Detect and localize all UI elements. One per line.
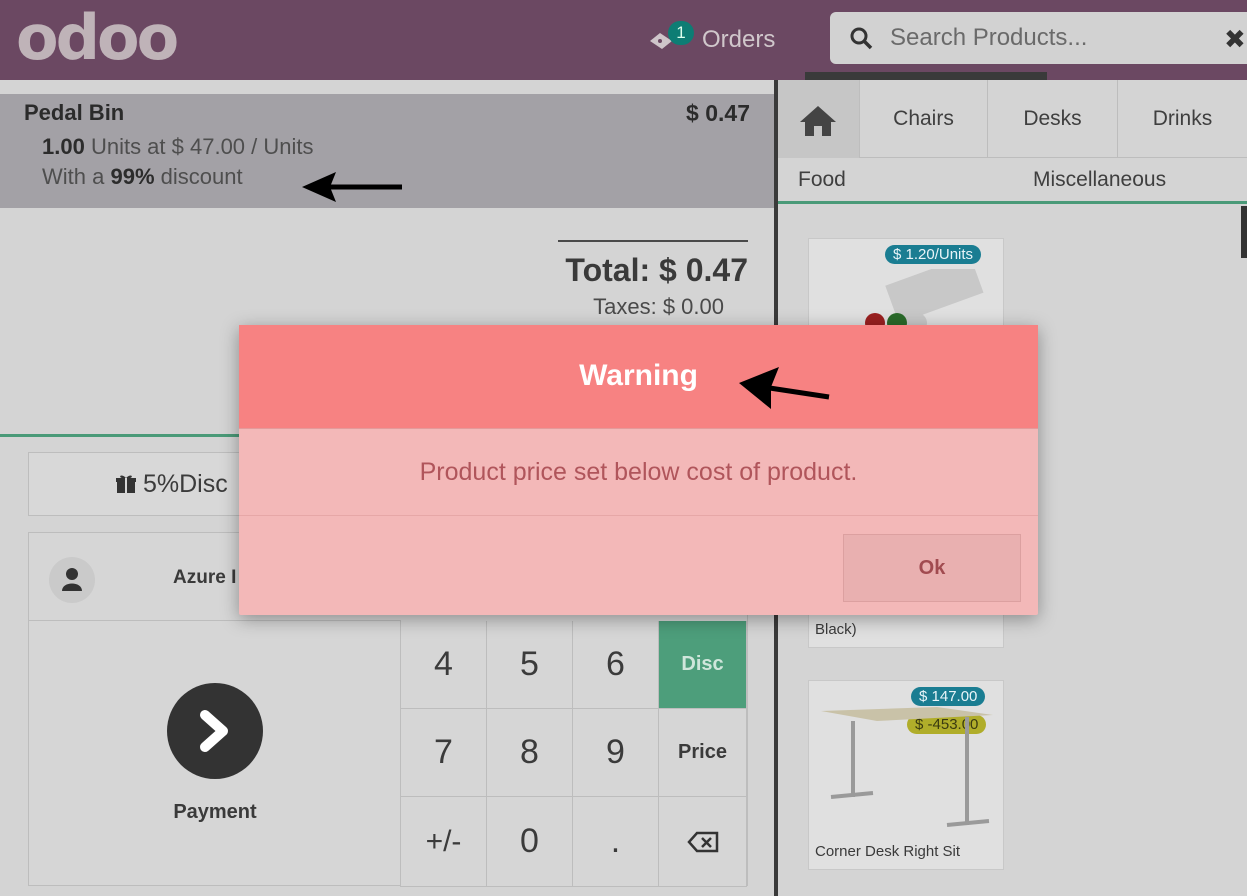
order-line-product: Pedal Bin: [24, 100, 125, 125]
scrollbar[interactable]: [1241, 206, 1247, 258]
numpad-key-7[interactable]: 7: [401, 709, 487, 797]
order-total: Total: $ 0.47: [565, 252, 748, 288]
orders-count-badge: 1: [668, 21, 694, 45]
numpad-plus-minus[interactable]: +/-: [401, 797, 487, 887]
order-line-selected[interactable]: Pedal Bin $ 0.47 1.00 Units at $ 47.00 /…: [0, 94, 774, 208]
category-drinks[interactable]: Drinks: [1118, 80, 1247, 158]
orders-label: Orders: [702, 26, 776, 53]
search-input[interactable]: Search Products...: [890, 24, 1087, 52]
numpad-key-dot[interactable]: .: [573, 797, 659, 887]
desk-image: [821, 707, 993, 827]
dialog-header: Warning: [239, 325, 1038, 429]
backspace-icon[interactable]: [659, 797, 747, 887]
close-icon[interactable]: ✖: [1224, 24, 1246, 55]
ticket-icon: 1: [648, 21, 694, 53]
customer-name: Azure I: [173, 567, 237, 588]
dialog-title: Warning: [579, 359, 698, 392]
numpad-key-4[interactable]: 4: [401, 621, 487, 709]
order-line-qty: 1.00 Units at $ 47.00 / Units: [42, 134, 314, 159]
chevron-right-icon: [167, 683, 263, 779]
product-card[interactable]: $ 147.00 $ -453.00 Corner Desk Right Sit: [808, 680, 1004, 870]
annotation-arrow-icon: [739, 367, 830, 409]
category-desks[interactable]: Desks: [988, 80, 1118, 158]
category-bar: Chairs Desks Drinks: [778, 80, 1247, 158]
markers-image: [865, 269, 984, 329]
user-icon: [49, 557, 95, 603]
category-miscellaneous[interactable]: Miscellaneous: [1033, 158, 1166, 202]
annotation-arrow-icon: [302, 172, 402, 202]
gift-icon: [116, 475, 136, 493]
reward-label: 5%Disc: [143, 469, 228, 498]
numpad-key-5[interactable]: 5: [487, 621, 573, 709]
top-bar: odoo 1 Orders Search Products... ✖: [0, 0, 1247, 80]
category-food[interactable]: Food: [798, 158, 846, 202]
order-line-discount: With a 99% discount: [42, 164, 243, 189]
orders-button[interactable]: 1 Orders: [648, 21, 776, 58]
odoo-logo: odoo: [16, 1, 179, 74]
numpad-key-9[interactable]: 9: [573, 709, 659, 797]
total-divider: [558, 240, 748, 242]
subcategory-bar: Food Miscellaneous: [778, 158, 1247, 204]
category-chairs[interactable]: Chairs: [860, 80, 988, 158]
warning-dialog: Warning Product price set below cost of …: [239, 325, 1038, 615]
price-tag: $ 1.20/Units: [885, 245, 982, 264]
tab-indicator: [805, 72, 1047, 80]
numpad-key-6[interactable]: 6: [573, 621, 659, 709]
numpad-disc-button[interactable]: Disc: [659, 621, 747, 709]
order-taxes: Taxes: $ 0.00: [593, 294, 724, 319]
search-bar[interactable]: Search Products... ✖: [830, 12, 1247, 64]
numpad-key-0[interactable]: 0: [487, 797, 573, 887]
ok-button[interactable]: Ok: [843, 534, 1021, 602]
numpad-key-8[interactable]: 8: [487, 709, 573, 797]
payment-label: Payment: [173, 801, 257, 823]
payment-button[interactable]: Payment: [29, 621, 401, 887]
search-icon: [850, 27, 873, 50]
order-line-price: $ 0.47: [686, 100, 750, 126]
product-name: Corner Desk Right Sit: [815, 843, 961, 860]
home-icon[interactable]: [778, 80, 860, 158]
product-name: Black): [815, 621, 857, 638]
dialog-message: Product price set below cost of product.: [239, 430, 1038, 516]
numpad-price-button[interactable]: Price: [659, 709, 747, 797]
